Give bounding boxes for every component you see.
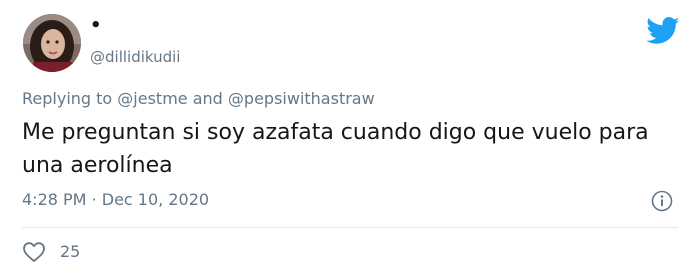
avatar[interactable] — [23, 14, 81, 72]
tweet-text: Me preguntan si soy azafata cuando digo … — [22, 120, 649, 178]
avatar-image — [23, 14, 81, 72]
tweet-timestamp[interactable]: 4:28 PM · Dec 10, 2020 — [22, 189, 209, 211]
replying-to: Replying to @jestme and @pepsiwithastraw — [22, 88, 375, 110]
timestamp-separator: · — [91, 190, 97, 209]
mention-link-1[interactable]: @jestme — [117, 89, 187, 108]
twitter-bird-icon[interactable] — [646, 17, 680, 45]
heart-icon[interactable] — [22, 241, 46, 263]
mention-link-2[interactable]: @pepsiwithastraw — [228, 89, 375, 108]
display-name[interactable]: • — [90, 16, 102, 36]
user-handle[interactable]: @dillidikudii — [90, 47, 180, 67]
like-count: 25 — [60, 242, 81, 261]
replying-to-label: Replying to — [22, 89, 113, 108]
replying-to-conjunction: and — [192, 89, 223, 108]
info-icon[interactable] — [651, 190, 673, 212]
divider — [22, 227, 678, 228]
tweet-time[interactable]: 4:28 PM — [22, 190, 86, 209]
tweet-date[interactable]: Dec 10, 2020 — [102, 190, 209, 209]
